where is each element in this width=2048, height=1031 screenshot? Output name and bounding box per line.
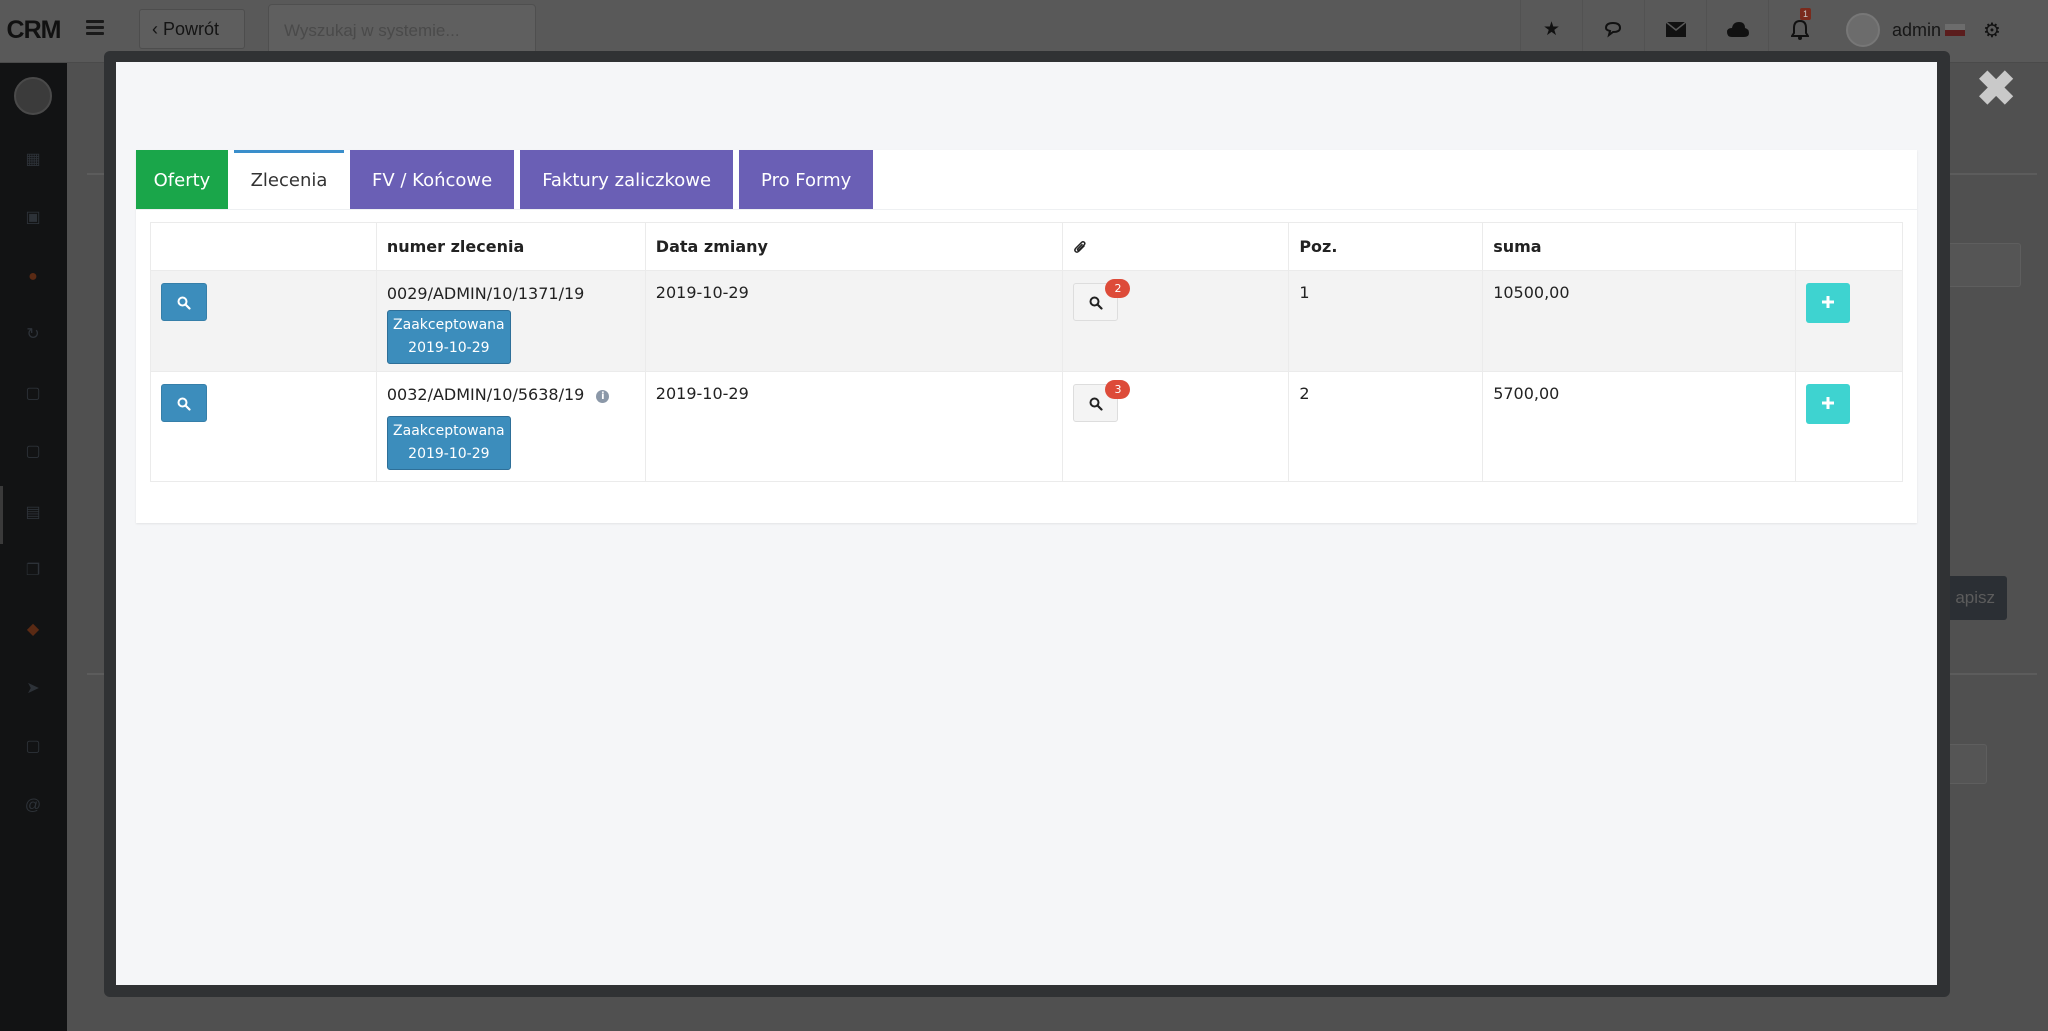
- order-number: 0032/ADMIN/10/5638/19: [386, 385, 585, 404]
- paper-plane-icon[interactable]: ➤: [22, 680, 44, 698]
- calendar-icon[interactable]: ▦: [22, 151, 44, 169]
- modal: Oferty Zlecenia FV / Końcowe Faktury zal…: [116, 62, 1937, 985]
- copy-icon[interactable]: ❐: [22, 562, 44, 580]
- tab-fv-koncowe[interactable]: FV / Końcowe: [350, 150, 515, 209]
- close-icon[interactable]: ✖: [1976, 66, 2016, 114]
- table-header-row: numer zlecenia Data zmiany Poz. suma: [150, 222, 1904, 271]
- order-number: 0029/ADMIN/10/1371/19: [386, 284, 585, 303]
- attachments-count-badge: 2: [1105, 279, 1131, 298]
- order-number-cell: 0032/ADMIN/10/5638/19 i Zaakceptowana 201…: [375, 371, 646, 482]
- positions-cell: 1: [1288, 270, 1484, 372]
- documents-card: Oferty Zlecenia FV / Końcowe Faktury zal…: [136, 150, 1917, 523]
- sidebar-active-indicator: [0, 486, 3, 544]
- add-button[interactable]: [1805, 384, 1850, 424]
- status-date: 2019-10-29: [408, 446, 490, 462]
- header-actions: [150, 222, 377, 271]
- add-cell: [1794, 270, 1904, 372]
- attachments-cell: 2: [1062, 270, 1290, 372]
- back-button-label: Powrót: [163, 19, 220, 39]
- chevron-left-icon: ‹: [152, 19, 163, 39]
- user-name: admin: [1892, 19, 1942, 40]
- row-actions-cell: [150, 270, 377, 372]
- row-actions-cell: [150, 371, 377, 482]
- orders-table: numer zlecenia Data zmiany Poz. suma 002…: [150, 222, 1904, 482]
- order-number-line: 0032/ADMIN/10/5638/19 i: [387, 384, 635, 406]
- add-cell: [1794, 371, 1904, 482]
- order-number-cell: 0029/ADMIN/10/1371/19 Zaakceptowana 2019…: [375, 270, 646, 372]
- header-positions: Poz.: [1288, 222, 1484, 271]
- sidebar: ▦ ▣ ● ↻ ▢ ▢ ▤ ❐ ◆ ➤ ▢ @: [0, 63, 67, 1031]
- sum-cell: 10500,00: [1482, 270, 1796, 372]
- view-order-button[interactable]: [161, 283, 207, 321]
- search-icon: [177, 296, 191, 310]
- search-icon: [177, 397, 191, 411]
- header-add: [1794, 222, 1904, 271]
- add-button[interactable]: [1805, 283, 1850, 323]
- clipboard-icon[interactable]: ▤: [22, 504, 44, 522]
- attachments-button-wrap: 3: [1073, 380, 1131, 422]
- positions-cell: 2: [1288, 371, 1484, 482]
- user-menu[interactable]: admin: [1846, 12, 1966, 48]
- square-icon[interactable]: ▢: [22, 738, 44, 756]
- calendar-check-icon[interactable]: ▣: [22, 209, 44, 227]
- plus-icon: [1821, 397, 1834, 409]
- tab-divider: [136, 209, 1917, 210]
- table-row: 0029/ADMIN/10/1371/19 Zaakceptowana 2019…: [150, 270, 1904, 372]
- attachments-count-badge: 3: [1105, 380, 1131, 399]
- header-date-changed: Data zmiany: [644, 222, 1064, 271]
- menu-toggle-icon[interactable]: [86, 20, 104, 38]
- users-icon[interactable]: ●: [22, 268, 44, 286]
- tab-pro-formy[interactable]: Pro Formy: [739, 150, 874, 209]
- sum-cell: 5700,00: [1482, 371, 1796, 482]
- table-row: 0032/ADMIN/10/5638/19 i Zaakceptowana 201…: [150, 371, 1904, 482]
- paperclip-icon: [1073, 237, 1087, 256]
- search-icon: [1089, 296, 1103, 310]
- info-icon[interactable]: i: [596, 390, 610, 403]
- avatar: [1846, 13, 1880, 47]
- attachments-cell: 3: [1062, 371, 1290, 482]
- date-changed-cell: 2019-10-29: [644, 270, 1064, 372]
- date-changed-cell: 2019-10-29: [644, 371, 1064, 482]
- at-icon[interactable]: @: [22, 797, 44, 815]
- back-button[interactable]: ‹ Powrót: [139, 9, 245, 49]
- header-attachments: [1062, 222, 1290, 271]
- header-order-number: numer zlecenia: [375, 222, 646, 271]
- file-icon[interactable]: ▢: [22, 385, 44, 403]
- tab-faktury-zaliczkowe[interactable]: Faktury zaliczkowe: [520, 150, 734, 209]
- tab-zlecenia[interactable]: Zlecenia: [234, 150, 344, 209]
- file-pdf-icon[interactable]: ▢: [22, 443, 44, 461]
- search-icon: [1089, 397, 1103, 411]
- header-sum: suma: [1482, 222, 1796, 271]
- status-date: 2019-10-29: [408, 340, 490, 356]
- status-label: Zaakceptowana: [393, 423, 505, 439]
- notification-badge: 1: [1800, 8, 1812, 20]
- plus-icon: [1821, 296, 1834, 308]
- save-button-background: apisz: [1945, 576, 2007, 620]
- status-label: Zaakceptowana: [393, 317, 505, 333]
- tag-icon[interactable]: ◆: [22, 621, 44, 639]
- status-badge: Zaakceptowana 2019-10-29: [386, 310, 511, 364]
- attachments-button-wrap: 2: [1073, 279, 1131, 321]
- sidebar-avatar: [14, 77, 52, 115]
- cogs-icon[interactable]: ⚙: [1983, 18, 2001, 43]
- app-logo: CRM: [6, 16, 62, 44]
- tab-oferty[interactable]: Oferty: [136, 150, 228, 209]
- document-tabs: Oferty Zlecenia FV / Końcowe Faktury zal…: [136, 150, 879, 209]
- flag-icon: [1945, 24, 1966, 36]
- status-badge: Zaakceptowana 2019-10-29: [386, 416, 511, 470]
- refresh-icon[interactable]: ↻: [22, 326, 44, 344]
- global-search-input[interactable]: Wyszukaj w systemie...: [268, 4, 536, 56]
- view-order-button[interactable]: [161, 384, 207, 422]
